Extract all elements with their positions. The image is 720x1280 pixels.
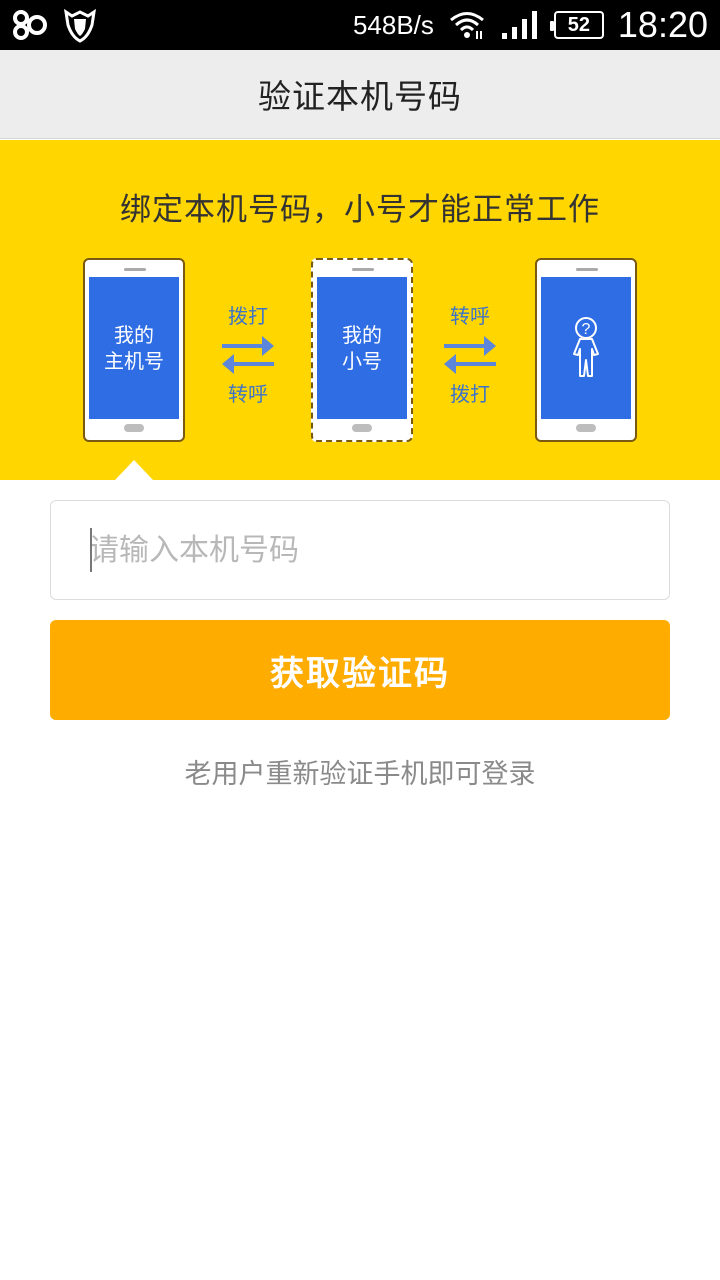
phone-speaker (124, 268, 146, 271)
battery-indicator: 52 (549, 11, 604, 39)
phone-label-line1: 我的 (114, 323, 154, 347)
network-speed: 548B/s (352, 9, 434, 40)
phone-home-button (352, 424, 372, 432)
exchange-bottom-label: 转呼 (228, 382, 268, 406)
swap-arrows-icon (444, 336, 496, 374)
shield-app-icon (63, 8, 97, 43)
phone-speaker (576, 268, 598, 271)
exchange-top-label: 拨打 (228, 304, 268, 328)
clock: 18:20 (617, 4, 708, 45)
phone-home-button (576, 424, 596, 432)
returning-user-link[interactable]: 老用户重新验证手机即可登录 (0, 752, 720, 791)
phone-screen: 我的 主机号 (89, 277, 179, 419)
exchange-left: 拨打 转呼 (218, 300, 278, 406)
phone-label-line1: 我的 (342, 323, 382, 347)
phone-screen: ? (541, 277, 631, 419)
phone-label-line2: 主机号 (104, 349, 164, 373)
status-bar: 548B/s 52 18:20 (0, 0, 720, 50)
person-question-icon: ? (573, 317, 599, 377)
main-number-phone: 我的 主机号 (83, 258, 185, 442)
page-title: 验证本机号码 (258, 77, 462, 116)
banner-headline: 绑定本机号码，小号才能正常工作 (120, 192, 600, 228)
status-bar-right: 548B/s 52 18:20 (353, 0, 708, 50)
get-verification-code-button[interactable]: 获取验证码 (50, 620, 670, 720)
swap-arrows-icon (222, 336, 274, 374)
signal-icon (501, 11, 537, 39)
phone-label-line2: 小号 (342, 349, 382, 373)
wifi-icon (449, 12, 484, 39)
status-bar-left (12, 7, 98, 43)
battery-level: 52 (567, 13, 591, 36)
banner-pointer (115, 460, 153, 480)
exchange-bottom-label: 拨打 (450, 382, 490, 406)
title-bar: 验证本机号码 (0, 50, 720, 139)
phone-home-button (124, 424, 144, 432)
svg-text:?: ? (582, 321, 591, 338)
exchange-right: 转呼 拨打 (440, 300, 500, 406)
phone-screen: 我的 小号 (317, 277, 407, 419)
phone-speaker (352, 268, 374, 271)
sub-number-phone: 我的 小号 (311, 258, 413, 442)
text-cursor (90, 528, 92, 572)
callee-phone: ? (535, 258, 637, 442)
binding-banner: 绑定本机号码，小号才能正常工作 我的 主机号 拨打 转呼 我的 小号 转呼 拨打 (0, 140, 720, 480)
exchange-top-label: 转呼 (450, 304, 490, 328)
app-notification-icon (13, 10, 47, 40)
phone-number-input[interactable] (50, 500, 670, 600)
